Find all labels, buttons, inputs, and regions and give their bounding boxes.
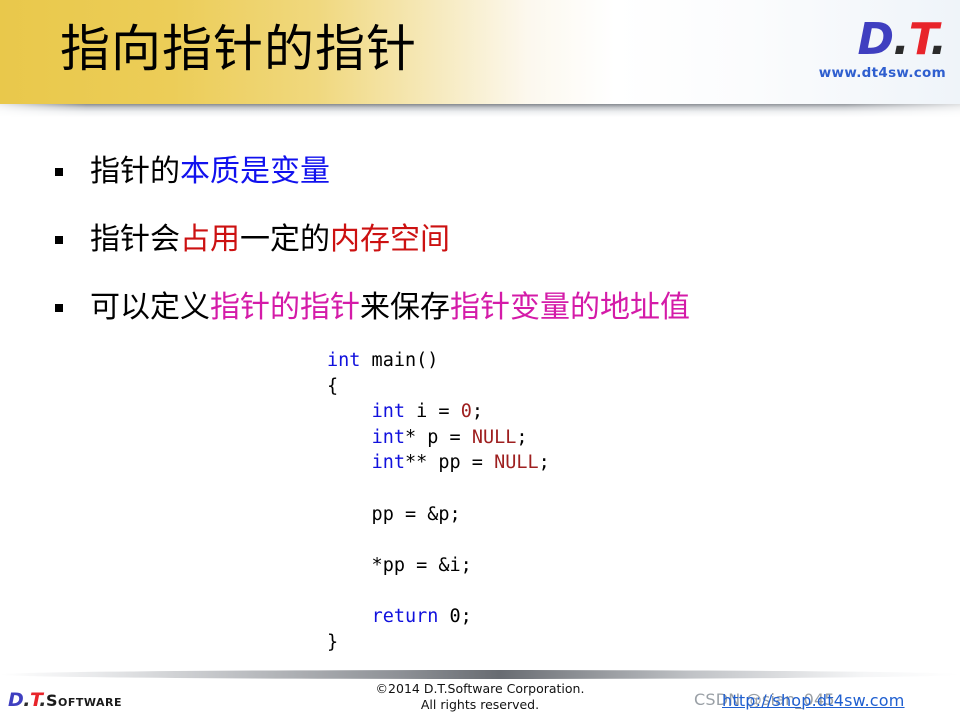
- code-line: {: [327, 374, 550, 400]
- code-line: int main(): [327, 348, 550, 374]
- slide-header: 指向指针的指针 D.T. www.dt4sw.com: [0, 0, 960, 104]
- code-token: ;: [471, 401, 483, 423]
- code-token: pp = &p;: [327, 503, 461, 525]
- code-line: [327, 527, 550, 553]
- brand-website-url: www.dt4sw.com: [818, 65, 946, 81]
- code-token: int: [371, 426, 405, 448]
- code-token: ;: [516, 426, 528, 448]
- code-line: [327, 476, 550, 502]
- code-line: return 0;: [327, 604, 550, 630]
- code-line: *pp = &i;: [327, 553, 550, 579]
- code-line: [327, 578, 550, 604]
- code-token: 0: [460, 401, 472, 423]
- bullet-segment: 内存空间: [330, 222, 450, 257]
- watermark-shop-link[interactable]: http://shop.dt4sw.com: [722, 691, 905, 711]
- header-shadow-divider: [0, 104, 960, 117]
- watermark-overlay: CSDN @sian_045 http://shop.dt4sw.com: [684, 688, 944, 714]
- bullet-segment: 指针会: [90, 222, 180, 257]
- bullet-square-icon: [55, 168, 63, 176]
- brand-letter-d: D: [857, 14, 894, 65]
- brand-logo: D.T. www.dt4sw.com: [818, 18, 947, 81]
- page-title: 指向指针的指针: [60, 20, 417, 78]
- code-token: {: [327, 375, 339, 397]
- code-line: int i = 0;: [327, 399, 550, 425]
- bullet-item-label: 指针会占用一定的内存空间: [90, 220, 450, 260]
- brand-letter-t: T: [908, 14, 932, 65]
- bullet-item-2: 指针会占用一定的内存空间: [55, 220, 915, 260]
- bullet-segment: 指针的指针: [210, 290, 360, 325]
- code-token: 0;: [438, 605, 472, 627]
- bullet-list: 指针的本质是变量 指针会占用一定的内存空间 可以定义指针的指针来保存指针变量的地址值: [55, 152, 915, 356]
- bullet-square-icon: [55, 236, 63, 244]
- code-token: i =: [404, 401, 461, 423]
- bullet-segment: 一定的: [240, 222, 330, 257]
- bullet-item-label: 可以定义指针的指针来保存指针变量的地址值: [90, 288, 690, 328]
- bullet-segment: 指针变量的地址值: [450, 290, 690, 325]
- code-line: int* p = NULL;: [327, 425, 550, 451]
- bullet-item-label: 指针的本质是变量: [90, 152, 330, 192]
- bullet-segment: 本质是变量: [180, 154, 330, 189]
- code-token: int: [327, 350, 361, 371]
- brand-dot-1: .: [893, 14, 910, 65]
- brand-logo-mark: D.T.: [819, 18, 946, 62]
- bullet-segment: 占用: [180, 222, 240, 257]
- bullet-segment: 可以定义: [90, 290, 210, 325]
- code-token: int: [371, 452, 405, 474]
- bullet-segment: 来保存: [360, 290, 450, 325]
- code-sample: int main(){ int i = 0; int* p = NULL; in…: [327, 348, 550, 655]
- bullet-square-icon: [55, 304, 63, 312]
- code-line: int** pp = NULL;: [327, 450, 550, 476]
- code-token: ** pp =: [404, 452, 495, 474]
- code-token: return: [371, 605, 439, 627]
- code-line: pp = &p;: [327, 502, 550, 528]
- bullet-item-3: 可以定义指针的指针来保存指针变量的地址值: [55, 288, 915, 328]
- code-token: main(): [360, 350, 439, 371]
- code-line: }: [327, 630, 550, 656]
- code-token: }: [327, 631, 339, 653]
- code-token: int: [371, 401, 405, 423]
- code-token: NULL: [471, 426, 517, 448]
- footer-divider: [0, 670, 960, 679]
- code-token: *pp = &i;: [327, 554, 472, 576]
- code-token: * p =: [404, 426, 472, 448]
- code-token: NULL: [494, 452, 539, 474]
- bullet-item-1: 指针的本质是变量: [55, 152, 915, 192]
- code-token: ;: [538, 452, 550, 474]
- brand-dot-2: .: [930, 14, 947, 65]
- bullet-segment: 指针的: [90, 154, 180, 189]
